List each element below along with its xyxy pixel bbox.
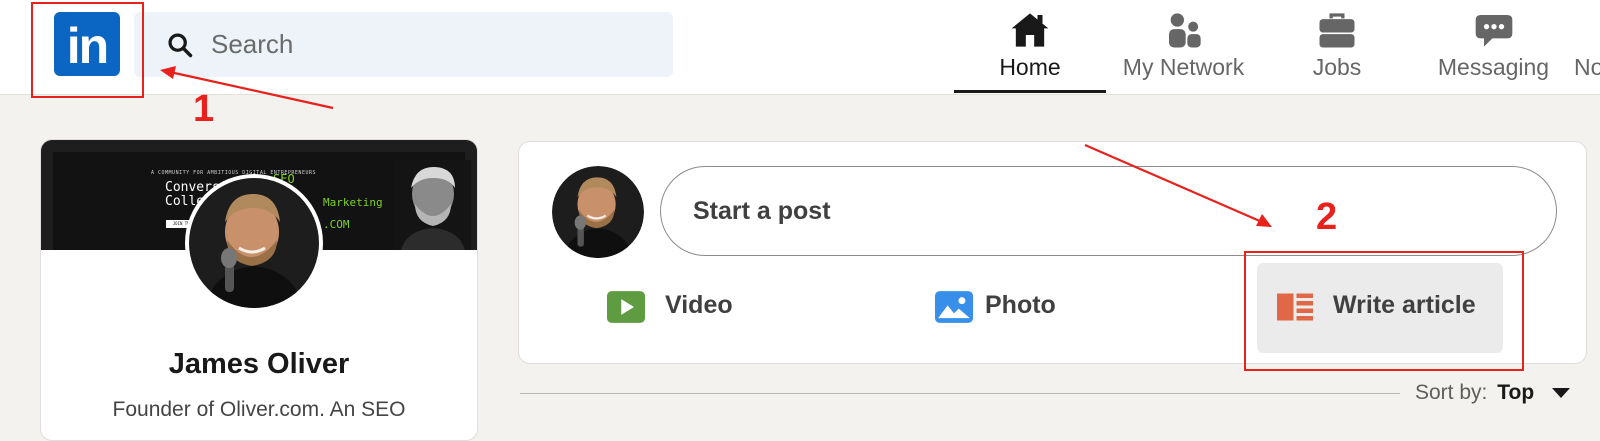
nav-messaging[interactable]: Messaging bbox=[1413, 0, 1574, 93]
annotation-box-2 bbox=[1244, 251, 1524, 371]
sort-label: Sort by: bbox=[1415, 381, 1488, 404]
feed-divider bbox=[520, 393, 1400, 394]
nav-label-home: Home bbox=[999, 54, 1061, 80]
home-icon bbox=[1011, 13, 1049, 47]
active-underline bbox=[954, 90, 1106, 93]
caret-down-icon bbox=[1552, 388, 1570, 399]
nav-label-jobs: Jobs bbox=[1312, 54, 1362, 80]
briefcase-icon bbox=[1319, 13, 1355, 48]
nav-label-messaging: Messaging bbox=[1437, 54, 1550, 80]
video-button[interactable]: Video bbox=[599, 263, 759, 353]
search-input[interactable] bbox=[211, 12, 651, 77]
annotation-box-1 bbox=[31, 2, 144, 98]
nav-label-notifications: No bbox=[1574, 54, 1600, 80]
nav-notifications[interactable]: No bbox=[1574, 0, 1600, 93]
annotation-number-1: 1 bbox=[193, 88, 215, 130]
profile-headline: Founder of Oliver.com. An SEO bbox=[112, 398, 406, 421]
profile-avatar[interactable] bbox=[185, 174, 323, 312]
banner-com: .COM bbox=[323, 218, 350, 231]
nav-jobs[interactable]: Jobs bbox=[1261, 0, 1413, 93]
profile-name[interactable]: James Oliver bbox=[41, 348, 477, 381]
nav-home[interactable]: Home bbox=[954, 0, 1106, 93]
sort-value: Top bbox=[1497, 381, 1535, 404]
nav-my-network[interactable]: My Network bbox=[1106, 0, 1261, 93]
top-navigation-bar: in Home My Network Jobs bbox=[0, 0, 1600, 95]
chat-icon bbox=[1475, 15, 1512, 47]
photo-label: Photo bbox=[985, 291, 1056, 319]
profile-card: A COMMUNITY FOR AMBITIOUS DIGITAL ENTREP… bbox=[40, 139, 478, 441]
banner-portrait bbox=[395, 160, 471, 250]
annotation-number-2: 2 bbox=[1316, 196, 1338, 238]
start-post-button[interactable]: Start a post bbox=[660, 166, 1557, 256]
photo-icon bbox=[935, 291, 973, 323]
search-box[interactable] bbox=[134, 12, 673, 77]
search-icon bbox=[168, 33, 193, 58]
avatar-photo bbox=[552, 166, 644, 258]
video-label: Video bbox=[665, 291, 733, 319]
banner-marketing: Marketing bbox=[323, 196, 383, 209]
nav-label-my-network: My Network bbox=[1122, 54, 1245, 80]
avatar-photo bbox=[189, 178, 319, 308]
video-icon bbox=[607, 291, 645, 323]
sort-dropdown[interactable]: Sort by: Top bbox=[1415, 381, 1570, 405]
network-icon bbox=[1168, 13, 1201, 48]
share-avatar[interactable] bbox=[552, 166, 644, 258]
photo-button[interactable]: Photo bbox=[927, 263, 1087, 353]
